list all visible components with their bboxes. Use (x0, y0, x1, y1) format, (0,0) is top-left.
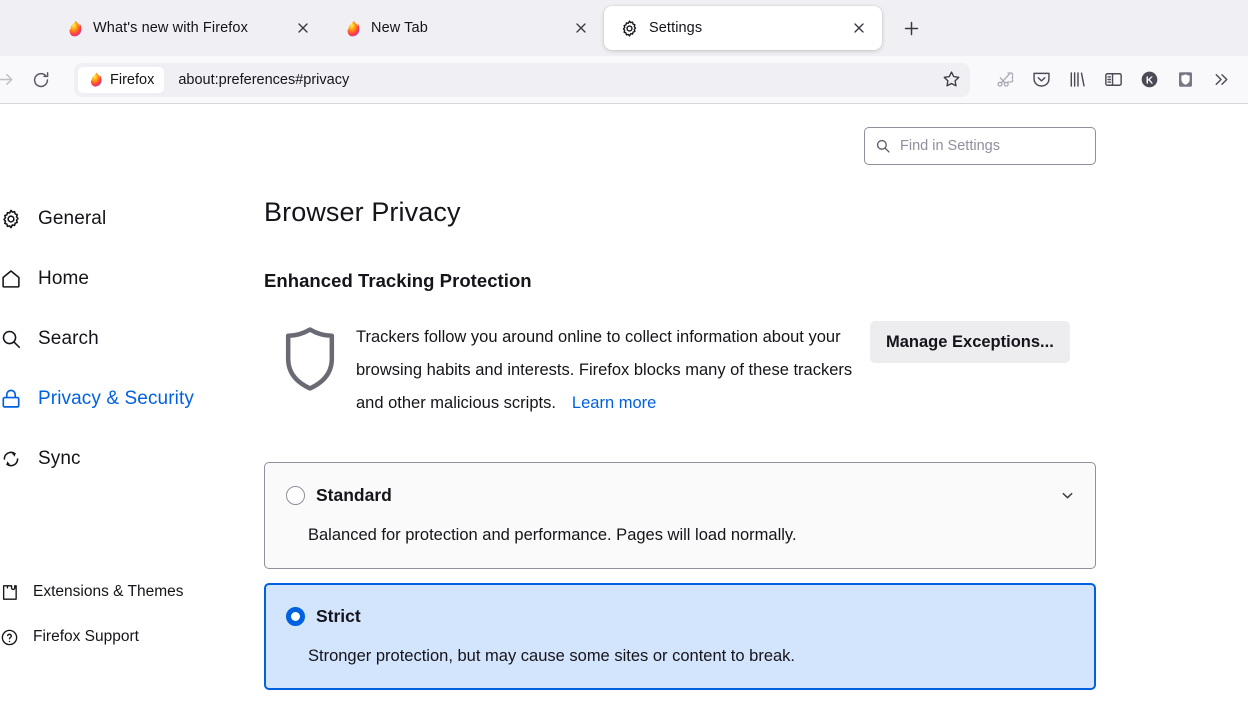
radio-standard[interactable] (286, 486, 305, 505)
sidebar-item-extensions-themes[interactable]: Extensions & Themes (0, 576, 258, 608)
puzzle-icon (2, 584, 17, 600)
sidebar-toggle-button[interactable] (1096, 63, 1130, 97)
tab-whats-new[interactable]: What's new with Firefox (48, 6, 326, 50)
sidebar-item-label: General (38, 208, 107, 229)
settings-main: Find in Settings Browser Privacy Enhance… (264, 104, 1248, 702)
plus-icon (904, 21, 918, 35)
library-icon (1070, 72, 1085, 87)
reload-icon (33, 71, 49, 87)
reload-button[interactable] (24, 63, 58, 97)
option-card-standard[interactable]: Standard Balanced for protection and per… (264, 462, 1096, 569)
option-header: Standard (286, 485, 1071, 506)
help-circle-icon (1, 629, 18, 645)
sidebar-item-sync[interactable]: Sync (0, 436, 258, 482)
option-description: Stronger protection, but may cause some … (308, 647, 795, 665)
sync-icon (3, 451, 19, 467)
kagi-extension-icon: K (1141, 71, 1157, 88)
search-input[interactable]: Find in Settings (864, 127, 1096, 165)
arrow-right-icon (0, 73, 12, 86)
etp-description: Trackers follow you around online to col… (356, 321, 856, 420)
tab-settings[interactable]: Settings (604, 6, 882, 50)
pocket-icon (1032, 72, 1050, 87)
screenshot-button[interactable] (988, 63, 1022, 97)
svg-text:K: K (1145, 76, 1153, 87)
tab-bar: What's new with Firefox New Tab Settings (0, 0, 1248, 56)
tab-title: What's new with Firefox (93, 20, 248, 36)
pocket-button[interactable] (1024, 63, 1058, 97)
option-label: Standard (316, 485, 392, 505)
tab-new-tab[interactable]: New Tab (326, 6, 604, 50)
sidebar-item-home[interactable]: Home (0, 256, 258, 302)
tab-title: Settings (649, 20, 703, 36)
option-card-strict[interactable]: Strict Stronger protection, but may caus… (264, 583, 1096, 690)
tab-close-icon[interactable] (570, 17, 592, 39)
sidebar-item-label: Search (38, 328, 99, 349)
gear-icon (3, 209, 19, 229)
sidebar-item-firefox-support[interactable]: Firefox Support (0, 621, 258, 653)
sidebar-item-label: Sync (38, 448, 81, 469)
find-in-settings-wrap: Find in Settings (264, 104, 1224, 165)
shield-extension-icon (1178, 72, 1192, 87)
sidebar-item-general[interactable]: General (0, 196, 258, 242)
tab-strip: What's new with Firefox New Tab Settings (0, 0, 1248, 56)
tab-title: New Tab (371, 20, 428, 36)
tab-close-icon[interactable] (292, 17, 314, 39)
library-button[interactable] (1060, 63, 1094, 97)
radio-strict[interactable] (286, 607, 305, 626)
manage-exceptions-button[interactable]: Manage Exceptions... (870, 321, 1070, 363)
option-header: Strict (286, 606, 1071, 627)
shield-icon (285, 327, 335, 391)
sidebar-item-label: Home (38, 268, 90, 289)
shield-extension-button[interactable] (1168, 63, 1202, 97)
lock-icon (2, 389, 20, 408)
toolbar-extension-icons: K (1024, 63, 1238, 97)
shield-icon-wrap (264, 321, 356, 395)
identity-chip[interactable]: Firefox (78, 66, 165, 93)
settings-sidebar: General Home Search Privacy & Security S… (0, 104, 258, 702)
scissors-icon (997, 71, 1014, 87)
sidebar-item-search[interactable]: Search (0, 316, 258, 362)
kagi-extension-button[interactable]: K (1132, 63, 1166, 97)
learn-more-link[interactable]: Learn more (572, 394, 656, 412)
search-placeholder: Find in Settings (900, 138, 1000, 154)
sidebar-item-label: Privacy & Security (38, 388, 194, 409)
overflow-chevrons-icon (1215, 74, 1227, 85)
firefox-logo-icon (69, 20, 82, 36)
option-description: Balanced for protection and performance.… (308, 526, 797, 544)
sidebar-item-label: Firefox Support (33, 628, 139, 645)
firefox-logo-icon (347, 20, 360, 36)
page-title: Browser Privacy (264, 197, 461, 227)
sidebar-footer: Extensions & Themes Firefox Support (0, 576, 258, 666)
overflow-menu-button[interactable] (1204, 63, 1238, 97)
sidebar-item-privacy-security[interactable]: Privacy & Security (0, 376, 258, 422)
bookmark-star-icon[interactable] (936, 65, 966, 95)
gear-icon (622, 19, 637, 37)
tab-close-icon[interactable] (848, 17, 870, 39)
search-icon (876, 139, 890, 153)
firefox-logo-icon (90, 72, 102, 87)
settings-page: General Home Search Privacy & Security S… (0, 104, 1248, 702)
new-tab-button[interactable] (894, 11, 928, 45)
sidebar-icon (1104, 73, 1122, 86)
section-title-enhanced-tracking-protection: Enhanced Tracking Protection (264, 270, 532, 291)
home-icon (2, 270, 20, 288)
forward-button[interactable] (0, 63, 22, 97)
tracking-protection-options: Standard Balanced for protection and per… (264, 462, 1224, 690)
chevron-down-icon[interactable] (1057, 485, 1077, 505)
search-icon (2, 330, 21, 349)
option-label: Strict (316, 606, 361, 626)
url-bar[interactable]: Firefox about:preferences#privacy (74, 62, 970, 97)
sidebar-item-label: Extensions & Themes (33, 583, 184, 600)
url-text[interactable]: about:preferences#privacy (164, 72, 936, 88)
identity-chip-label: Firefox (110, 71, 155, 88)
etp-description-row: Trackers follow you around online to col… (264, 321, 1224, 420)
navigation-toolbar: Firefox about:preferences#privacy K (0, 56, 1248, 104)
